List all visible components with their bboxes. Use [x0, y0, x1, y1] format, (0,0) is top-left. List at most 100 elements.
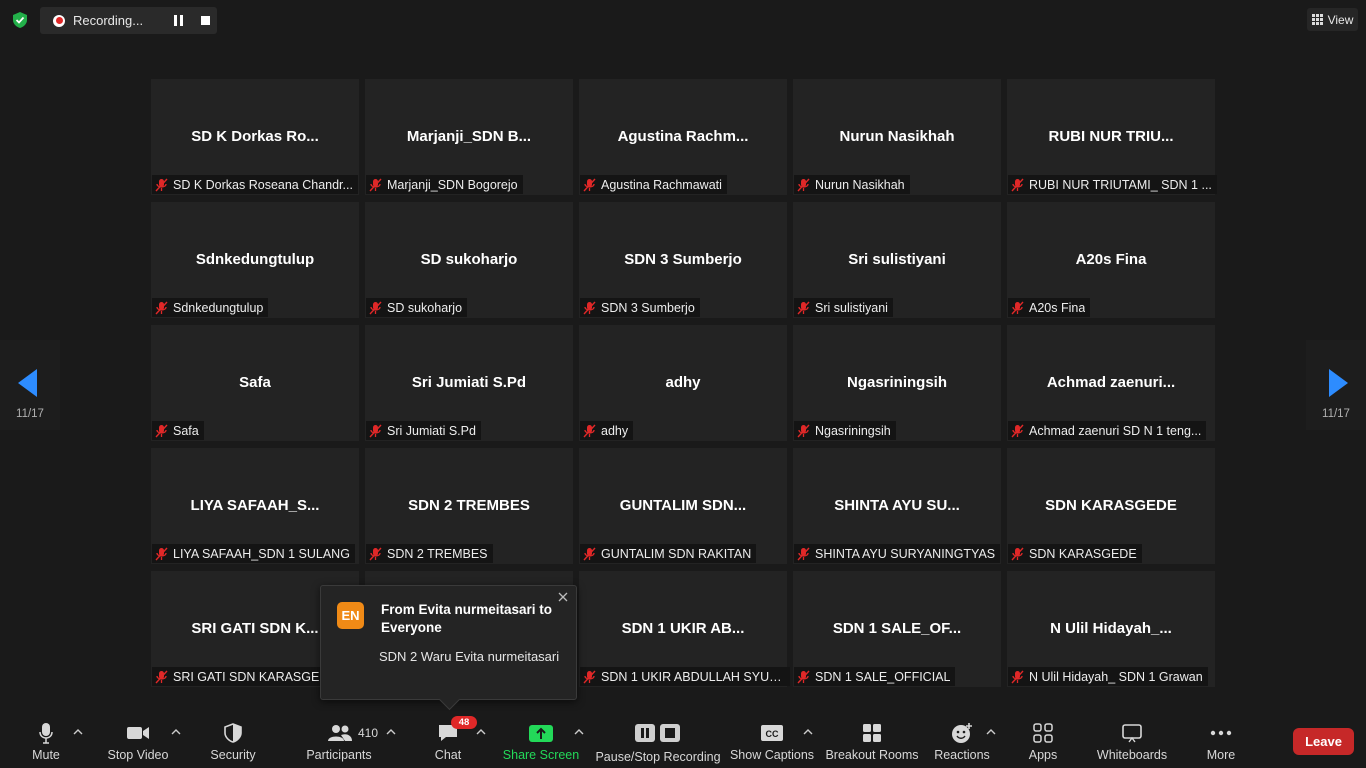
- stop-recording-icon[interactable]: [200, 15, 211, 26]
- svg-text:CC: CC: [766, 729, 779, 739]
- participants-icon: [327, 725, 352, 741]
- security-button[interactable]: Security: [209, 718, 257, 764]
- share-options-chevron-icon[interactable]: [574, 728, 584, 736]
- participants-options-chevron-icon[interactable]: [386, 728, 396, 736]
- sender-avatar: EN: [337, 602, 364, 629]
- apps-icon: [1033, 723, 1053, 743]
- participant-tile[interactable]: Sri sulistiyani Sri sulistiyani: [793, 202, 1001, 318]
- participant-tile[interactable]: Achmad zaenuri... Achmad zaenuri SD N 1 t…: [1007, 325, 1215, 441]
- chat-options-chevron-icon[interactable]: [476, 728, 486, 736]
- prev-page-arrow-icon[interactable]: [18, 369, 38, 397]
- participant-nameplate: SHINTA AYU SURYANINGTYAS: [794, 544, 1001, 563]
- breakout-rooms-button[interactable]: Breakout Rooms: [825, 718, 919, 764]
- participant-display-name: SD sukoharjo: [420, 251, 518, 268]
- participant-tile[interactable]: adhy adhy: [579, 325, 787, 441]
- next-page-nav[interactable]: 11/17: [1306, 340, 1366, 430]
- participants-button[interactable]: 410 Participants: [304, 718, 378, 764]
- mute-button[interactable]: Mute: [28, 718, 64, 764]
- participant-name-label: SD sukoharjo: [387, 300, 463, 315]
- participants-label: Participants: [306, 748, 372, 762]
- participant-name-label: SDN 1 UKIR ABDULLAH SYUK...: [601, 669, 785, 684]
- participant-tile[interactable]: SHINTA AYU SU... SHINTA AYU SURYANINGTYAS: [793, 448, 1001, 564]
- leave-button[interactable]: Leave: [1293, 728, 1354, 755]
- more-dots-icon: [1210, 730, 1232, 736]
- participant-display-name: GUNTALIM SDN...: [619, 497, 747, 514]
- muted-mic-icon: [369, 178, 382, 191]
- show-captions-button[interactable]: CC Show Captions: [729, 718, 815, 764]
- chat-label: Chat: [434, 748, 462, 762]
- participant-tile[interactable]: Agustina Rachm... Agustina Rachmawati: [579, 79, 787, 195]
- encryption-shield-icon[interactable]: [11, 11, 29, 29]
- participant-display-name: SDN 2 TREMBES: [408, 497, 530, 514]
- video-options-chevron-icon[interactable]: [171, 728, 181, 736]
- muted-mic-icon: [797, 424, 810, 437]
- participant-tile[interactable]: N Ulil Hidayah_... N Ulil Hidayah_ SDN 1 …: [1007, 571, 1215, 687]
- participant-tile[interactable]: Marjanji_SDN B... Marjanji_SDN Bogorejo: [365, 79, 573, 195]
- participant-name-label: N Ulil Hidayah_ SDN 1 Grawan: [1029, 669, 1203, 684]
- show-captions-label: Show Captions: [729, 748, 815, 762]
- participant-nameplate: SRI GATI SDN KARASGEDE: [152, 667, 342, 686]
- more-button[interactable]: More: [1204, 718, 1238, 764]
- participant-display-name: Achmad zaenuri...: [1046, 374, 1176, 391]
- reactions-label: Reactions: [934, 748, 990, 762]
- participant-tile[interactable]: SDN 2 TREMBES SDN 2 TREMBES: [365, 448, 573, 564]
- participant-tile[interactable]: Nurun Nasikhah Nurun Nasikhah: [793, 79, 1001, 195]
- participant-tile[interactable]: SDN 1 SALE_OF... SDN 1 SALE_OFFICIAL: [793, 571, 1001, 687]
- participant-nameplate: GUNTALIM SDN RAKITAN: [580, 544, 757, 563]
- view-button[interactable]: View: [1307, 8, 1358, 31]
- participant-tile[interactable]: Sdnkedungtulup Sdnkedungtulup: [151, 202, 359, 318]
- recording-status: Recording...: [73, 13, 144, 28]
- chat-button[interactable]: 48 Chat: [432, 716, 477, 764]
- prev-page-nav[interactable]: 11/17: [0, 340, 60, 430]
- more-label: More: [1206, 748, 1236, 762]
- participant-name-label: SDN 2 TREMBES: [387, 546, 488, 561]
- participant-tile[interactable]: A20s Fina A20s Fina: [1007, 202, 1215, 318]
- participant-tile[interactable]: SDN 1 UKIR AB... SDN 1 UKIR ABDULLAH SYUK…: [579, 571, 790, 687]
- participant-display-name: N Ulil Hidayah_...: [1050, 620, 1172, 637]
- pause-recording-icon[interactable]: [173, 15, 184, 26]
- breakout-rooms-label: Breakout Rooms: [825, 748, 919, 762]
- pause-stop-recording-button[interactable]: Pause/Stop Recording: [595, 718, 721, 764]
- participant-tile[interactable]: Ngasriningsih Ngasriningsih: [793, 325, 1001, 441]
- participant-tile[interactable]: LIYA SAFAAH_S... LIYA SAFAAH_SDN 1 SULANG: [151, 448, 359, 564]
- muted-mic-icon: [797, 178, 810, 191]
- whiteboards-button[interactable]: Whiteboards: [1096, 718, 1168, 764]
- reactions-options-chevron-icon[interactable]: [986, 728, 996, 736]
- stop-video-button[interactable]: Stop Video: [106, 718, 170, 764]
- next-page-arrow-icon[interactable]: [1328, 369, 1348, 397]
- participant-nameplate: Achmad zaenuri SD N 1 teng...: [1008, 421, 1207, 440]
- participant-tile[interactable]: Safa Safa: [151, 325, 359, 441]
- participant-tile[interactable]: GUNTALIM SDN... GUNTALIM SDN RAKITAN: [579, 448, 787, 564]
- grid-view-icon: [1311, 14, 1323, 25]
- muted-mic-icon: [155, 301, 168, 314]
- share-screen-button[interactable]: Share Screen: [503, 718, 579, 764]
- participant-name-label: SHINTA AYU SURYANINGTYAS: [815, 546, 996, 561]
- participant-tile[interactable]: SD sukoharjo SD sukoharjo: [365, 202, 573, 318]
- participant-display-name: SDN 1 UKIR AB...: [621, 620, 745, 637]
- recording-indicator: Recording...: [40, 7, 217, 34]
- muted-mic-icon: [583, 301, 596, 314]
- participant-nameplate: adhy: [580, 421, 634, 440]
- participants-count: 410: [357, 726, 379, 740]
- participant-tile[interactable]: SDN KARASGEDE SDN KARASGEDE: [1007, 448, 1215, 564]
- participant-nameplate: A20s Fina: [1008, 298, 1091, 317]
- captions-options-chevron-icon[interactable]: [803, 728, 813, 736]
- participant-tile[interactable]: Sri Jumiati S.Pd Sri Jumiati S.Pd: [365, 325, 573, 441]
- recording-dot-icon: [53, 14, 65, 27]
- muted-mic-icon: [797, 670, 810, 683]
- microphone-icon: [39, 723, 53, 744]
- close-icon[interactable]: [556, 590, 570, 604]
- apps-button[interactable]: Apps: [1026, 718, 1060, 764]
- participant-name-label: Sdnkedungtulup: [173, 300, 264, 315]
- chat-notification[interactable]: EN From Evita nurmeitasari to Everyone S…: [320, 585, 577, 700]
- muted-mic-icon: [1011, 424, 1024, 437]
- reactions-button[interactable]: Reactions: [934, 718, 990, 764]
- participant-display-name: Sri Jumiati S.Pd: [411, 374, 527, 391]
- audio-options-chevron-icon[interactable]: [73, 728, 83, 736]
- participant-nameplate: Safa: [152, 421, 204, 440]
- chat-unread-badge: 48: [451, 716, 477, 729]
- participant-tile[interactable]: SDN 3 Sumberjo SDN 3 Sumberjo: [579, 202, 787, 318]
- muted-mic-icon: [1011, 670, 1024, 683]
- participant-tile[interactable]: SD K Dorkas Ro... SD K Dorkas Roseana Cha…: [151, 79, 359, 195]
- participant-tile[interactable]: RUBI NUR TRIU... RUBI NUR TRIUTAMI_ SDN 1…: [1007, 79, 1217, 195]
